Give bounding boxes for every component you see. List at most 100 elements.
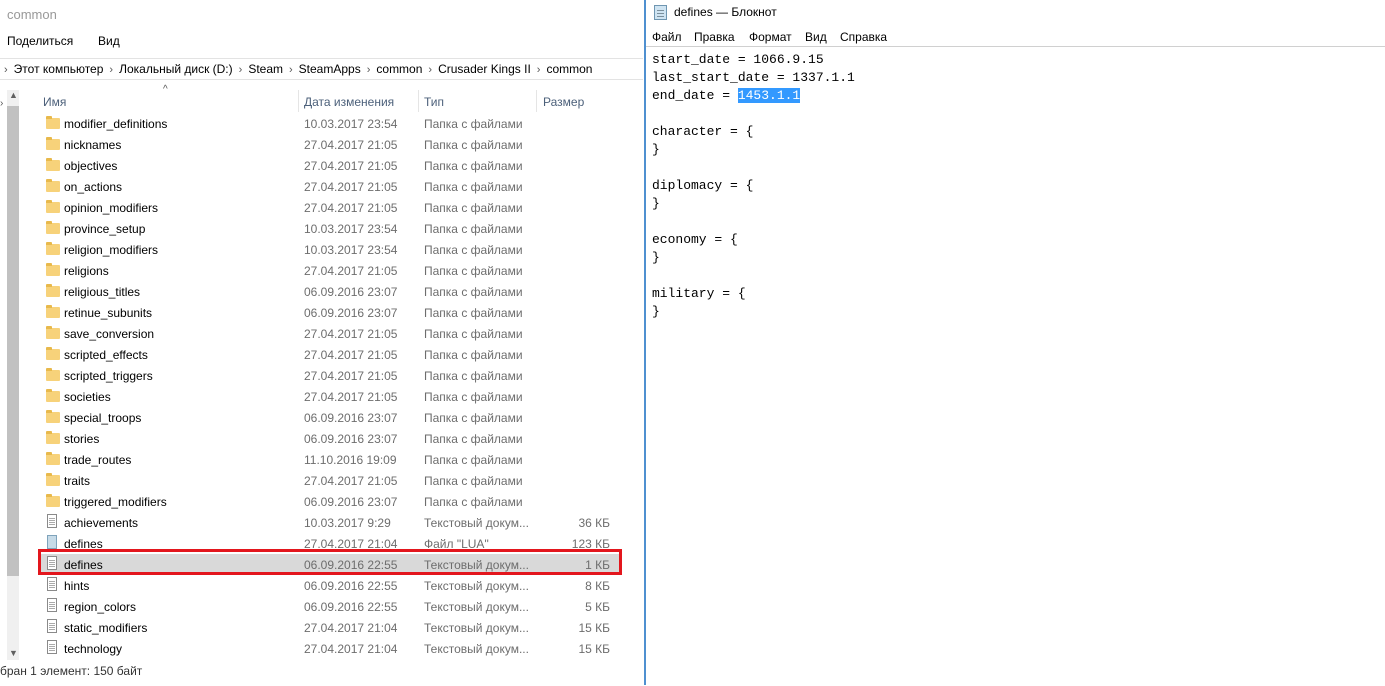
file-type: Папка с файлами <box>424 390 523 404</box>
column-header-type[interactable]: Тип <box>424 95 444 109</box>
file-row[interactable]: objectives 27.04.2017 21:05 Папка с файлам… <box>38 155 620 176</box>
nav-arrow-icon: › <box>0 98 4 109</box>
file-row[interactable]: achievements 10.03.2017 9:29 Текстовый док… <box>38 512 620 533</box>
file-name: opinion_modifiers <box>64 201 159 215</box>
file-row[interactable]: triggered_modifiers 06.09.2016 23:07 Папка… <box>38 491 620 512</box>
folder-icon <box>46 326 60 339</box>
file-row[interactable]: hints 06.09.2016 22:55 Текстовый докум... 8… <box>38 575 620 596</box>
file-type: Папка с файлами <box>424 222 523 236</box>
folder-icon <box>46 305 60 318</box>
file-size: 8 КБ <box>585 579 610 593</box>
file-size: 15 КБ <box>578 621 610 635</box>
file-name: scripted_triggers <box>64 369 153 383</box>
notepad-menu-item[interactable]: Файл <box>652 30 682 44</box>
text-line-content: } <box>652 304 660 319</box>
text-line: military = { <box>652 286 746 301</box>
file-name: stories <box>64 432 100 446</box>
file-type: Папка с файлами <box>424 474 523 488</box>
notepad-menu-item[interactable]: Вид <box>805 30 827 44</box>
file-row[interactable]: retinue_subunits 06.09.2016 23:07 Папка с … <box>38 302 620 323</box>
file-date: 06.09.2016 23:07 <box>304 432 398 446</box>
breadcrumb-item[interactable]: Этот компьютер <box>14 62 104 76</box>
file-row[interactable]: save_conversion 27.04.2017 21:05 Папка с ф… <box>38 323 620 344</box>
folder-icon <box>46 158 60 171</box>
file-date: 27.04.2017 21:05 <box>304 390 398 404</box>
breadcrumb-separator-icon[interactable]: › <box>367 64 371 76</box>
column-header-size[interactable]: Размер <box>543 95 584 109</box>
address-bar[interactable]: › Этот компьютер › Локальный диск (D:) › Stea… <box>0 58 643 80</box>
file-row[interactable]: opinion_modifiers 27.04.2017 21:05 Папка с… <box>38 197 620 218</box>
notepad-menu-item[interactable]: Правка <box>694 30 735 44</box>
file-row[interactable]: religious_titles 06.09.2016 23:07 Папка с … <box>38 281 620 302</box>
file-row[interactable]: societies 27.04.2017 21:05 Папка с файлами <box>38 386 620 407</box>
file-row[interactable]: trade_routes 11.10.2016 19:09 Папка с файл… <box>38 449 620 470</box>
text-line-content: diplomacy = { <box>652 178 754 193</box>
column-header-date[interactable]: Дата изменения <box>304 95 394 109</box>
notepad-text-area[interactable]: start_date = 1066.9.15 last_start_date = … <box>646 46 1385 686</box>
scroll-down-icon[interactable]: ▼ <box>9 648 18 658</box>
notepad-window: defines — Блокнот Файл Правка Формат Вид Спр… <box>644 0 1385 685</box>
file-row[interactable]: religions 27.04.2017 21:05 Папка с файлами <box>38 260 620 281</box>
column-header-name[interactable]: Имя <box>43 95 66 109</box>
file-row[interactable]: modifier_definitions 10.03.2017 23:54 Папк… <box>38 113 620 134</box>
folder-icon <box>46 494 60 507</box>
file-row[interactable]: static_modifiers 27.04.2017 21:04 Текстовы… <box>38 617 620 638</box>
file-row[interactable]: nicknames 27.04.2017 21:05 Папка с файлами <box>38 134 620 155</box>
file-type: Папка с файлами <box>424 432 523 446</box>
text-line-content: military = { <box>652 286 746 301</box>
file-name: region_colors <box>64 600 137 614</box>
window-title: common <box>7 7 57 22</box>
folder-icon <box>46 284 60 297</box>
file-name: hints <box>64 579 90 593</box>
breadcrumb-separator-icon[interactable]: › <box>109 64 113 76</box>
breadcrumb-separator-icon[interactable]: › <box>4 64 8 76</box>
breadcrumb-item[interactable]: common <box>546 62 592 76</box>
file-row[interactable]: technology 27.04.2017 21:04 Текстовый доку… <box>38 638 620 659</box>
file-name: retinue_subunits <box>64 306 153 320</box>
ribbon-tab-view[interactable]: Вид <box>98 34 120 48</box>
file-type: Папка с файлами <box>424 201 523 215</box>
breadcrumb-item[interactable]: Steam <box>248 62 283 76</box>
file-name: on_actions <box>64 180 123 194</box>
file-size: 15 КБ <box>578 642 610 656</box>
breadcrumb: › Этот компьютер › Локальный диск (D:) › Stea… <box>4 62 592 76</box>
folder-icon <box>46 473 60 486</box>
file-row[interactable]: traits 27.04.2017 21:05 Папка с файлами <box>38 470 620 491</box>
file-type: Папка с файлами <box>424 180 523 194</box>
text-line: diplomacy = { <box>652 178 753 193</box>
text-file-icon <box>47 640 57 654</box>
breadcrumb-item[interactable]: Локальный диск (D:) <box>119 62 233 76</box>
notepad-menubar: Файл Правка Формат Вид Справка <box>646 28 1385 46</box>
status-bar-text: бран 1 элемент: 150 байт <box>0 664 143 678</box>
file-row[interactable]: special_troops 06.09.2016 23:07 Папка с фа… <box>38 407 620 428</box>
file-row[interactable]: on_actions 27.04.2017 21:05 Папка с файлам… <box>38 176 620 197</box>
file-row[interactable]: religion_modifiers 10.03.2017 23:54 Папка … <box>38 239 620 260</box>
file-date: 27.04.2017 21:05 <box>304 138 398 152</box>
text-file-icon <box>47 577 57 591</box>
file-row[interactable]: region_colors 06.09.2016 22:55 Текстовый д… <box>38 596 620 617</box>
nav-scrollbar-thumb[interactable] <box>7 106 19 576</box>
breadcrumb-separator-icon[interactable]: › <box>537 64 541 76</box>
text-line-content: character = { <box>652 124 754 139</box>
text-line: } <box>652 304 660 319</box>
file-row[interactable]: province_setup 10.03.2017 23:54 Папка с фа… <box>38 218 620 239</box>
file-row[interactable]: stories 06.09.2016 23:07 Папка с файлами <box>38 428 620 449</box>
ribbon-tab-share[interactable]: Поделиться <box>7 34 73 48</box>
breadcrumb-separator-icon[interactable]: › <box>239 64 243 76</box>
file-name: province_setup <box>64 222 146 236</box>
scroll-up-icon[interactable]: ▲ <box>9 90 18 100</box>
notepad-menu-item[interactable]: Справка <box>840 30 887 44</box>
folder-icon <box>46 242 60 255</box>
file-row[interactable]: scripted_triggers 27.04.2017 21:05 Папка с… <box>38 365 620 386</box>
breadcrumb-item[interactable]: common <box>376 62 422 76</box>
file-date: 06.09.2016 22:55 <box>304 600 398 614</box>
breadcrumb-separator-icon[interactable]: › <box>428 64 432 76</box>
breadcrumb-separator-icon[interactable]: › <box>289 64 293 76</box>
notepad-menu-item[interactable]: Формат <box>749 30 792 44</box>
file-type: Папка с файлами <box>424 285 523 299</box>
file-date: 06.09.2016 22:55 <box>304 579 398 593</box>
file-name: technology <box>64 642 123 656</box>
breadcrumb-item[interactable]: Crusader Kings II <box>438 62 531 76</box>
file-row[interactable]: scripted_effects 27.04.2017 21:05 Папка с … <box>38 344 620 365</box>
breadcrumb-item[interactable]: SteamApps <box>299 62 361 76</box>
